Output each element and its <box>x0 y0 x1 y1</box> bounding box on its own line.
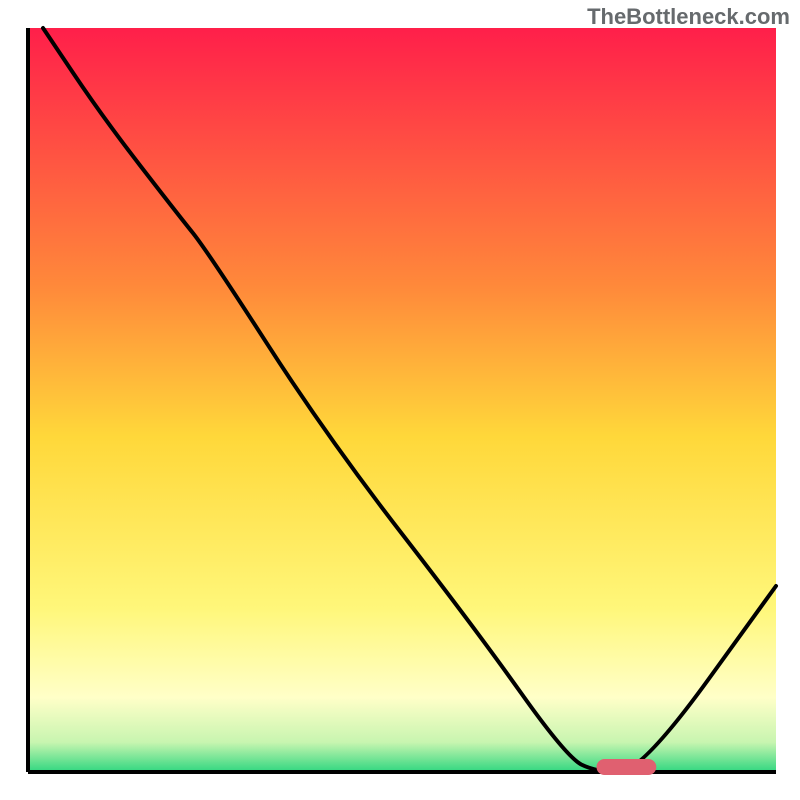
watermark-text: TheBottleneck.com <box>587 4 790 30</box>
optimum-marker <box>597 759 657 775</box>
chart-svg <box>0 0 800 800</box>
plot-area <box>28 28 776 772</box>
